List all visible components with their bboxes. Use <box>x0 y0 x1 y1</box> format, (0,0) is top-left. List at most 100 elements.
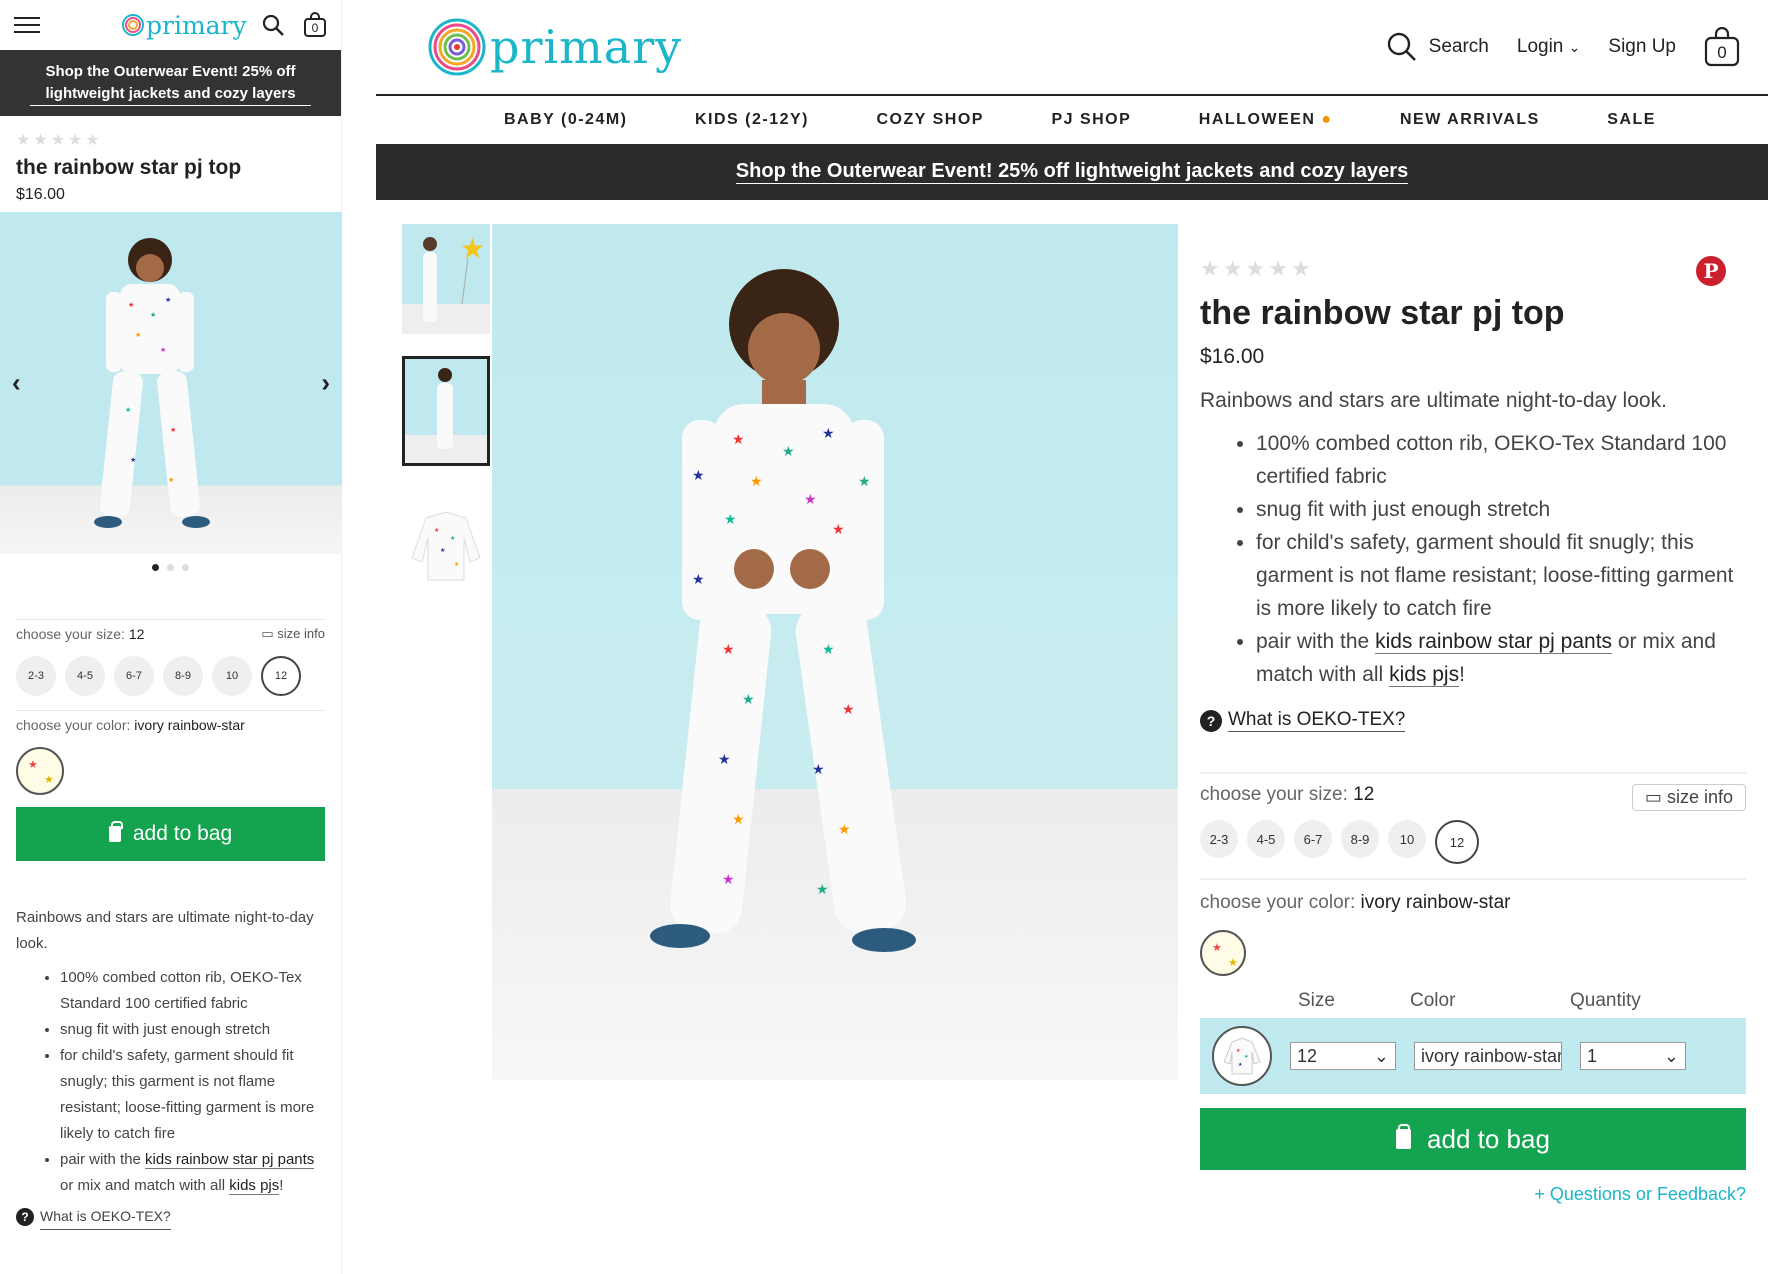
size-chip[interactable]: 4-5 <box>1247 820 1285 858</box>
product-thumbnail-active[interactable] <box>402 356 490 466</box>
signup-link[interactable]: Sign Up <box>1608 36 1676 58</box>
star-icon: ★ <box>33 132 48 149</box>
nav-pj-shop[interactable]: PJ SHOP <box>1051 111 1131 129</box>
promo-banner[interactable]: Shop the Outerwear Event! 25% off lightw… <box>0 50 341 116</box>
add-to-bag-button[interactable]: add to bag <box>1200 1108 1746 1170</box>
nav-halloween[interactable]: HALLOWEEN ● <box>1199 111 1333 129</box>
star-icon: ★ <box>16 132 31 149</box>
quantity-header: Quantity <box>1570 990 1641 1011</box>
search-icon[interactable] <box>261 13 285 37</box>
size-chip[interactable]: 6-7 <box>114 656 154 696</box>
nav-cozy-shop[interactable]: COZY SHOP <box>877 111 984 129</box>
svg-text:★: ★ <box>782 443 795 459</box>
hamburger-icon[interactable] <box>14 17 40 33</box>
nav-baby[interactable]: BABY (0-24M) <box>504 111 628 129</box>
star-icon: ★ <box>1268 256 1288 281</box>
product-main-image[interactable]: ★ ★ ★ ★ ★ ★ ★ ★ ★ ★ ★ ★ ★ ★ ★ ★ ★ ★ ★ ★ <box>492 224 1178 1080</box>
product-price: $16.00 <box>1200 345 1265 368</box>
search-button[interactable]: Search <box>1387 32 1489 62</box>
size-chip[interactable]: 2-3 <box>16 656 56 696</box>
svg-text:★: ★ <box>692 467 705 483</box>
svg-text:★: ★ <box>440 547 445 554</box>
star-icon: ★ <box>85 132 100 149</box>
svg-text:★: ★ <box>434 527 439 534</box>
svg-text:★: ★ <box>170 426 176 434</box>
svg-text:★: ★ <box>858 473 871 489</box>
size-info-button[interactable]: ▭ size info <box>1631 784 1746 811</box>
bag-icon[interactable]: 0 <box>1704 26 1740 67</box>
description-text: Rainbows and stars are ultimate night-to… <box>1200 389 1667 412</box>
svg-text:★: ★ <box>842 701 855 717</box>
svg-text:★: ★ <box>812 761 825 777</box>
nav-kids[interactable]: KIDS (2-12Y) <box>695 111 809 129</box>
bullet: pair with the kids rainbow star pj pants… <box>1256 625 1746 691</box>
size-chip[interactable]: 4-5 <box>65 656 105 696</box>
size-chip[interactable]: 8-9 <box>1341 820 1379 858</box>
size-chip[interactable]: 10 <box>1388 820 1426 858</box>
chevron-down-icon: ⌄ <box>1373 1045 1389 1066</box>
svg-text:★: ★ <box>804 491 817 507</box>
pinterest-icon[interactable]: P <box>1696 256 1726 286</box>
star-icon: ★ <box>1245 256 1266 281</box>
kids-pjs-link[interactable]: kids pjs <box>1389 663 1460 687</box>
carousel-dot[interactable] <box>167 564 174 571</box>
add-to-bag-button[interactable]: add to bag <box>16 807 325 861</box>
svg-text:★: ★ <box>822 641 835 657</box>
product-image-carousel[interactable]: ★ ★ ★ ★ ★ ★ ★ ★ ★ ‹ › <box>0 212 342 554</box>
question-icon: ? <box>16 1207 34 1226</box>
svg-text:★: ★ <box>722 641 735 657</box>
login-menu[interactable]: Login ⌄ <box>1517 36 1581 58</box>
cart-row: Size Color Quantity ★ ★ ★ 12 ⌄ ivory rainbo… <box>1200 990 1746 1094</box>
oeko-tex-link[interactable]: ? What is OEKO-TEX? <box>1200 709 1746 732</box>
chevron-left-icon[interactable]: ‹ <box>12 368 21 399</box>
chevron-down-icon: ⌄ <box>1568 39 1581 55</box>
quantity-dropdown[interactable]: 1 ⌄ <box>1580 1042 1686 1070</box>
bag-icon[interactable]: 0 <box>303 12 327 38</box>
oeko-tex-link[interactable]: ? What is OEKO-TEX? <box>16 1203 325 1230</box>
size-info-button[interactable]: ▭ size info <box>261 626 325 642</box>
product-thumbnail[interactable]: ★ ★ ★ ★ <box>402 488 490 598</box>
feedback-link[interactable]: + Questions or Feedback? <box>1200 1184 1746 1205</box>
bullet: 100% combed cotton rib, OEKO-Tex Standar… <box>1256 427 1746 493</box>
size-chip[interactable]: 2-3 <box>1200 820 1238 858</box>
size-chip[interactable]: 10 <box>212 656 252 696</box>
svg-text:★: ★ <box>732 431 745 447</box>
rating-stars: ★ ★ ★ ★ ★ <box>1200 256 1746 282</box>
promo-link[interactable]: Shop the Outerwear Event! 25% off lightw… <box>735 160 1409 184</box>
color-swatch[interactable]: ★ ★ <box>1200 930 1246 976</box>
size-chip[interactable]: 6-7 <box>1294 820 1332 858</box>
nav-sale[interactable]: SALE <box>1607 111 1656 129</box>
bag-count: 0 <box>311 21 319 35</box>
product-description: Rainbows and stars are ultimate night-to… <box>16 905 325 1230</box>
color-label: choose your color: ivory rainbow-star <box>16 717 245 733</box>
promo-banner[interactable]: Shop the Outerwear Event! 25% off lightw… <box>376 144 1768 200</box>
svg-text:★: ★ <box>160 346 166 354</box>
size-chip-selected[interactable]: 12 <box>261 656 301 696</box>
product-thumbnail[interactable]: ★ <box>402 224 490 334</box>
ruler-icon: ▭ <box>1644 787 1662 807</box>
color-dropdown[interactable]: ivory rainbow-star⌄ <box>1414 1042 1562 1070</box>
add-to-bag-label: add to bag <box>132 822 233 845</box>
pj-pants-link[interactable]: kids rainbow star pj pants <box>1375 630 1613 654</box>
mobile-header: primary 0 <box>0 0 341 50</box>
svg-text:★: ★ <box>722 871 735 887</box>
question-icon: ? <box>1200 709 1222 732</box>
carousel-dot[interactable] <box>182 564 189 571</box>
kids-pjs-link[interactable]: kids pjs <box>229 1177 280 1195</box>
color-selector: choose your color: ivory rainbow-star ★ ★ <box>1200 878 1746 976</box>
carousel-dot[interactable] <box>152 564 159 571</box>
nav-new-arrivals[interactable]: NEW ARRIVALS <box>1400 111 1540 129</box>
brand-logo[interactable]: primary <box>122 11 247 40</box>
size-chip-selected[interactable]: 12 <box>1435 820 1479 864</box>
chevron-right-icon[interactable]: › <box>321 368 330 399</box>
promo-link[interactable]: Shop the Outerwear Event! 25% off lightw… <box>30 61 311 106</box>
pj-pants-link[interactable]: kids rainbow star pj pants <box>145 1151 315 1169</box>
feature-list: 100% combed cotton rib, OEKO-Tex Standar… <box>1200 427 1746 691</box>
size-chip[interactable]: 8-9 <box>163 656 203 696</box>
product-title: the rainbow star pj top <box>16 156 242 179</box>
brand-logo[interactable]: primary <box>428 18 682 76</box>
color-swatch[interactable]: ★ ★ <box>16 747 64 795</box>
svg-text:★: ★ <box>130 456 136 464</box>
bullet: 100% combed cotton rib, OEKO-Tex Standar… <box>60 965 325 1017</box>
size-dropdown[interactable]: 12 ⌄ <box>1290 1042 1396 1070</box>
